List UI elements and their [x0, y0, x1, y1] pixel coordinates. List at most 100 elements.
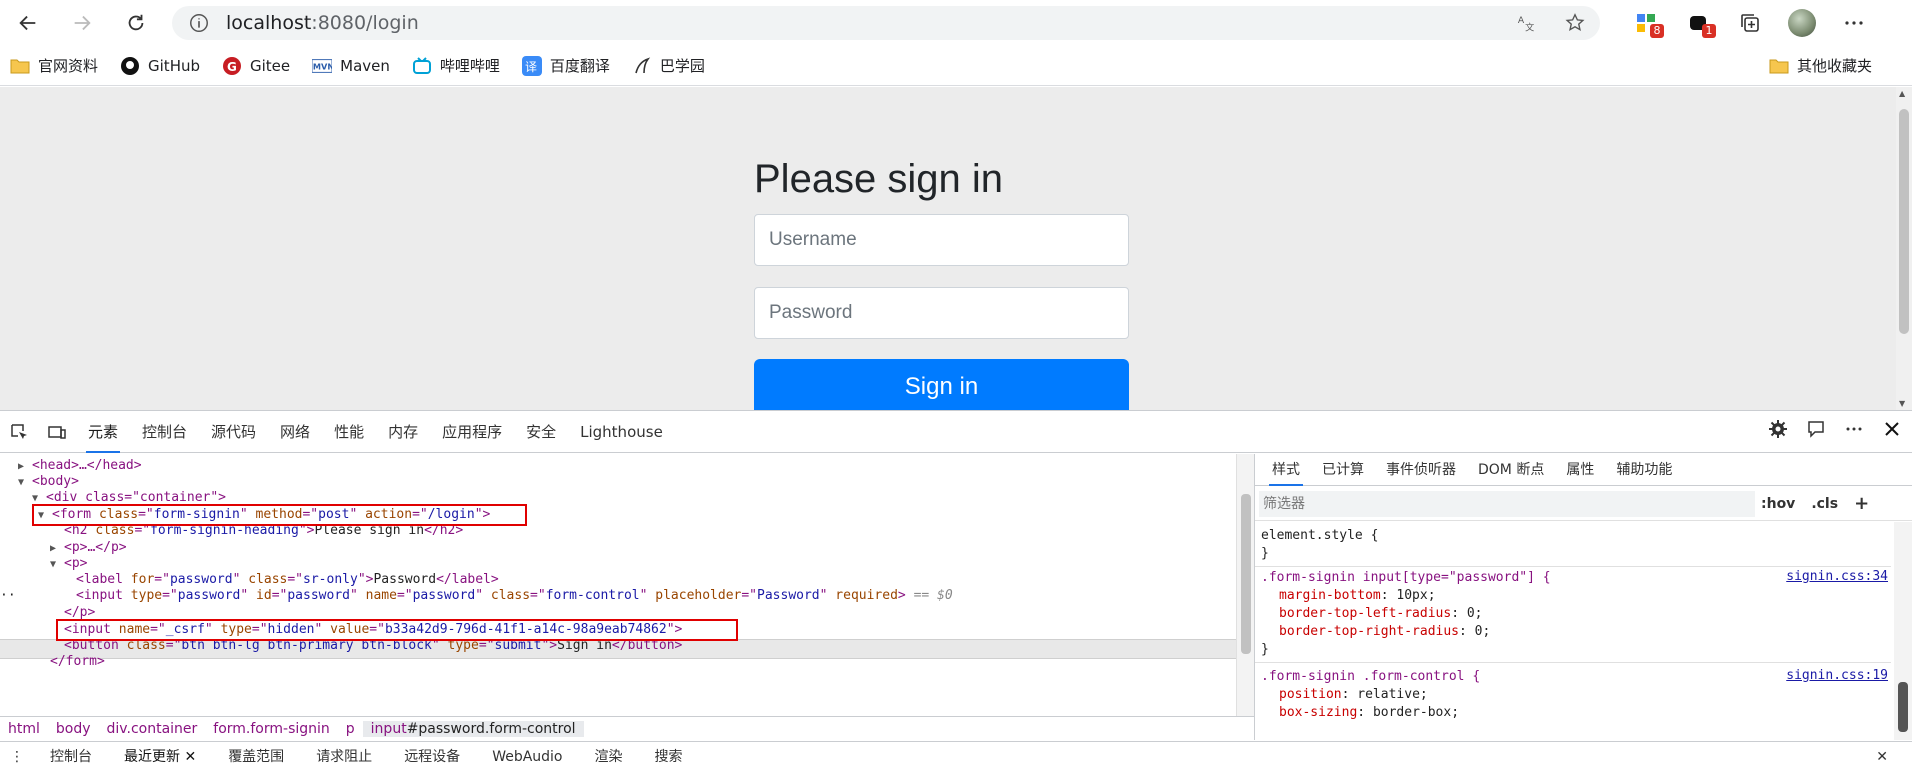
- extension-button[interactable]: 8: [1620, 8, 1672, 38]
- tab-computed[interactable]: 已计算: [1311, 454, 1375, 486]
- notification-button[interactable]: 1: [1672, 8, 1724, 38]
- drawer-menu-icon[interactable]: ⋮: [0, 742, 34, 772]
- tab-sources[interactable]: 源代码: [199, 411, 268, 453]
- bookmark-label: Gitee: [250, 56, 291, 75]
- drawer-tab-remote-devices[interactable]: 远程设备: [388, 742, 476, 772]
- styles-scrollbar-thumb[interactable]: [1898, 682, 1908, 732]
- element-style-rule[interactable]: element.style {: [1261, 527, 1378, 545]
- tab-console[interactable]: 控制台: [130, 411, 199, 453]
- styles-scrollbar[interactable]: [1894, 522, 1912, 740]
- css-prop[interactable]: position: relative;: [1279, 686, 1428, 704]
- dom-node-password-input[interactable]: <input type="password" id="password" nam…: [76, 586, 953, 605]
- tab-elements[interactable]: 元素: [76, 411, 130, 453]
- bookmark-item[interactable]: MVN Maven: [312, 56, 390, 76]
- drawer-tab-search[interactable]: 搜索: [639, 742, 699, 772]
- device-toolbar-button[interactable]: [38, 415, 76, 449]
- bookmark-label: 官网资料: [38, 57, 99, 75]
- bookmark-item[interactable]: 译 百度翻译: [521, 55, 610, 76]
- scroll-up-icon[interactable]: ▲: [1899, 89, 1905, 98]
- page-scrollbar-thumb[interactable]: [1899, 109, 1909, 334]
- tab-lighthouse[interactable]: Lighthouse: [568, 411, 675, 453]
- info-icon[interactable]: [188, 12, 210, 34]
- tab-security[interactable]: 安全: [514, 411, 568, 453]
- password-input[interactable]: Password: [754, 287, 1129, 339]
- svg-text:MVN: MVN: [313, 61, 332, 71]
- username-input[interactable]: Username: [754, 214, 1129, 266]
- elements-scrollbar-thumb[interactable]: [1241, 494, 1251, 654]
- crumb-input-active[interactable]: input#password.form-control: [362, 720, 584, 737]
- bookmark-label: 哔哩哔哩: [439, 57, 500, 75]
- tab-memory[interactable]: 内存: [376, 411, 430, 453]
- more-options-icon[interactable]: [1844, 419, 1864, 439]
- css-prop[interactable]: border-top-left-radius: 0;: [1279, 605, 1483, 623]
- bookmark-item[interactable]: G Gitee: [222, 56, 290, 76]
- styles-filter-input[interactable]: 筛选器: [1259, 491, 1755, 517]
- other-bookmarks[interactable]: 其他收藏夹: [1769, 55, 1872, 76]
- drawer-tab-rendering[interactable]: 渲染: [579, 742, 639, 772]
- settings-gear-icon[interactable]: [1768, 419, 1788, 439]
- rule-form-control-selector[interactable]: .form-signin .form-control {: [1261, 668, 1480, 686]
- drawer-tab-console[interactable]: 控制台: [34, 742, 108, 772]
- close-tab-icon[interactable]: ✕: [184, 749, 196, 765]
- translate-icon[interactable]: A文: [1516, 12, 1538, 34]
- source-link-signin-19[interactable]: signin.css:19: [1786, 668, 1888, 683]
- dom-breadcrumb: html body div.container form.form-signin…: [0, 716, 1254, 740]
- drawer-tab-request-blocking[interactable]: 请求阻止: [300, 742, 388, 772]
- highlight-csrf-box: [56, 619, 738, 641]
- hov-toggle[interactable]: :hov: [1761, 491, 1795, 517]
- tab-dom-breakpoints[interactable]: DOM 断点: [1467, 454, 1555, 486]
- tab-accessibility[interactable]: 辅助功能: [1605, 454, 1683, 486]
- bookmark-item[interactable]: 官网资料: [10, 55, 98, 76]
- bookmark-item[interactable]: GitHub: [120, 56, 200, 76]
- dom-node-form-close[interactable]: </form>: [50, 652, 105, 671]
- forward-button[interactable]: [62, 5, 102, 41]
- tab-application[interactable]: 应用程序: [430, 411, 514, 453]
- tab-properties[interactable]: 属性: [1555, 454, 1605, 486]
- close-devtools-icon[interactable]: [1882, 419, 1902, 439]
- crumb-html[interactable]: html: [0, 721, 48, 737]
- url-text: localhost:8080/login: [226, 12, 419, 34]
- rule-password-selector[interactable]: .form-signin input[type="password"] {: [1261, 569, 1551, 587]
- bookmark-item[interactable]: 哔哩哔哩: [412, 55, 500, 76]
- sign-in-button[interactable]: Sign in: [754, 359, 1129, 410]
- css-prop[interactable]: box-sizing: border-box;: [1279, 704, 1459, 722]
- drawer-tab-webaudio[interactable]: WebAudio: [476, 742, 578, 772]
- crumb-p[interactable]: p: [338, 721, 363, 737]
- drawer-tab-coverage[interactable]: 覆盖范围: [212, 742, 300, 772]
- drawer-tab-whats-new[interactable]: 最近更新 ✕: [108, 742, 212, 772]
- css-prop[interactable]: margin-bottom: 10px;: [1279, 587, 1436, 605]
- crumb-form[interactable]: form.form-signin: [205, 721, 338, 737]
- svg-text:G: G: [227, 60, 237, 74]
- page-viewport: Please sign in Username Password Sign in…: [0, 87, 1912, 410]
- feedback-icon[interactable]: [1806, 419, 1826, 439]
- elements-scrollbar[interactable]: [1236, 454, 1254, 716]
- extension-badge: 8: [1650, 24, 1664, 38]
- crumb-body[interactable]: body: [48, 721, 99, 737]
- profile-button[interactable]: [1776, 8, 1828, 38]
- reload-button[interactable]: [116, 5, 156, 41]
- tab-network[interactable]: 网络: [268, 411, 322, 453]
- page-scrollbar[interactable]: ▲ ▼: [1896, 87, 1912, 410]
- close-drawer-icon[interactable]: ✕: [1860, 742, 1904, 772]
- svg-text:译: 译: [525, 60, 537, 74]
- inspect-element-button[interactable]: [0, 415, 38, 449]
- bookmark-item[interactable]: 巴学园: [632, 55, 705, 76]
- tab-styles[interactable]: 样式: [1261, 454, 1311, 486]
- bookmarks-bar: 官网资料 GitHub G Gitee MVN Maven 哔哩哔哩 译 百度翻…: [0, 46, 1912, 86]
- tab-performance[interactable]: 性能: [322, 411, 376, 453]
- back-button[interactable]: [8, 5, 48, 41]
- source-link-signin-34[interactable]: signin.css:34: [1786, 569, 1888, 584]
- scroll-down-icon[interactable]: ▼: [1899, 399, 1905, 408]
- styles-filter-row: 筛选器 :hov .cls +: [1255, 487, 1912, 521]
- new-rule-plus-icon[interactable]: +: [1854, 491, 1869, 517]
- css-prop[interactable]: border-top-right-radius: 0;: [1279, 623, 1490, 641]
- favorite-star-icon[interactable]: [1564, 12, 1586, 34]
- tab-event-listeners[interactable]: 事件侦听器: [1375, 454, 1467, 486]
- collections-button[interactable]: [1724, 8, 1776, 38]
- baidu-translate-icon: 译: [521, 55, 542, 76]
- browser-toolbar: localhost:8080/login A文 8 1: [0, 0, 1912, 46]
- more-menu-button[interactable]: [1828, 8, 1880, 38]
- cls-toggle[interactable]: .cls: [1811, 491, 1838, 517]
- crumb-div[interactable]: div.container: [99, 721, 206, 737]
- address-bar[interactable]: localhost:8080/login A文: [172, 6, 1600, 40]
